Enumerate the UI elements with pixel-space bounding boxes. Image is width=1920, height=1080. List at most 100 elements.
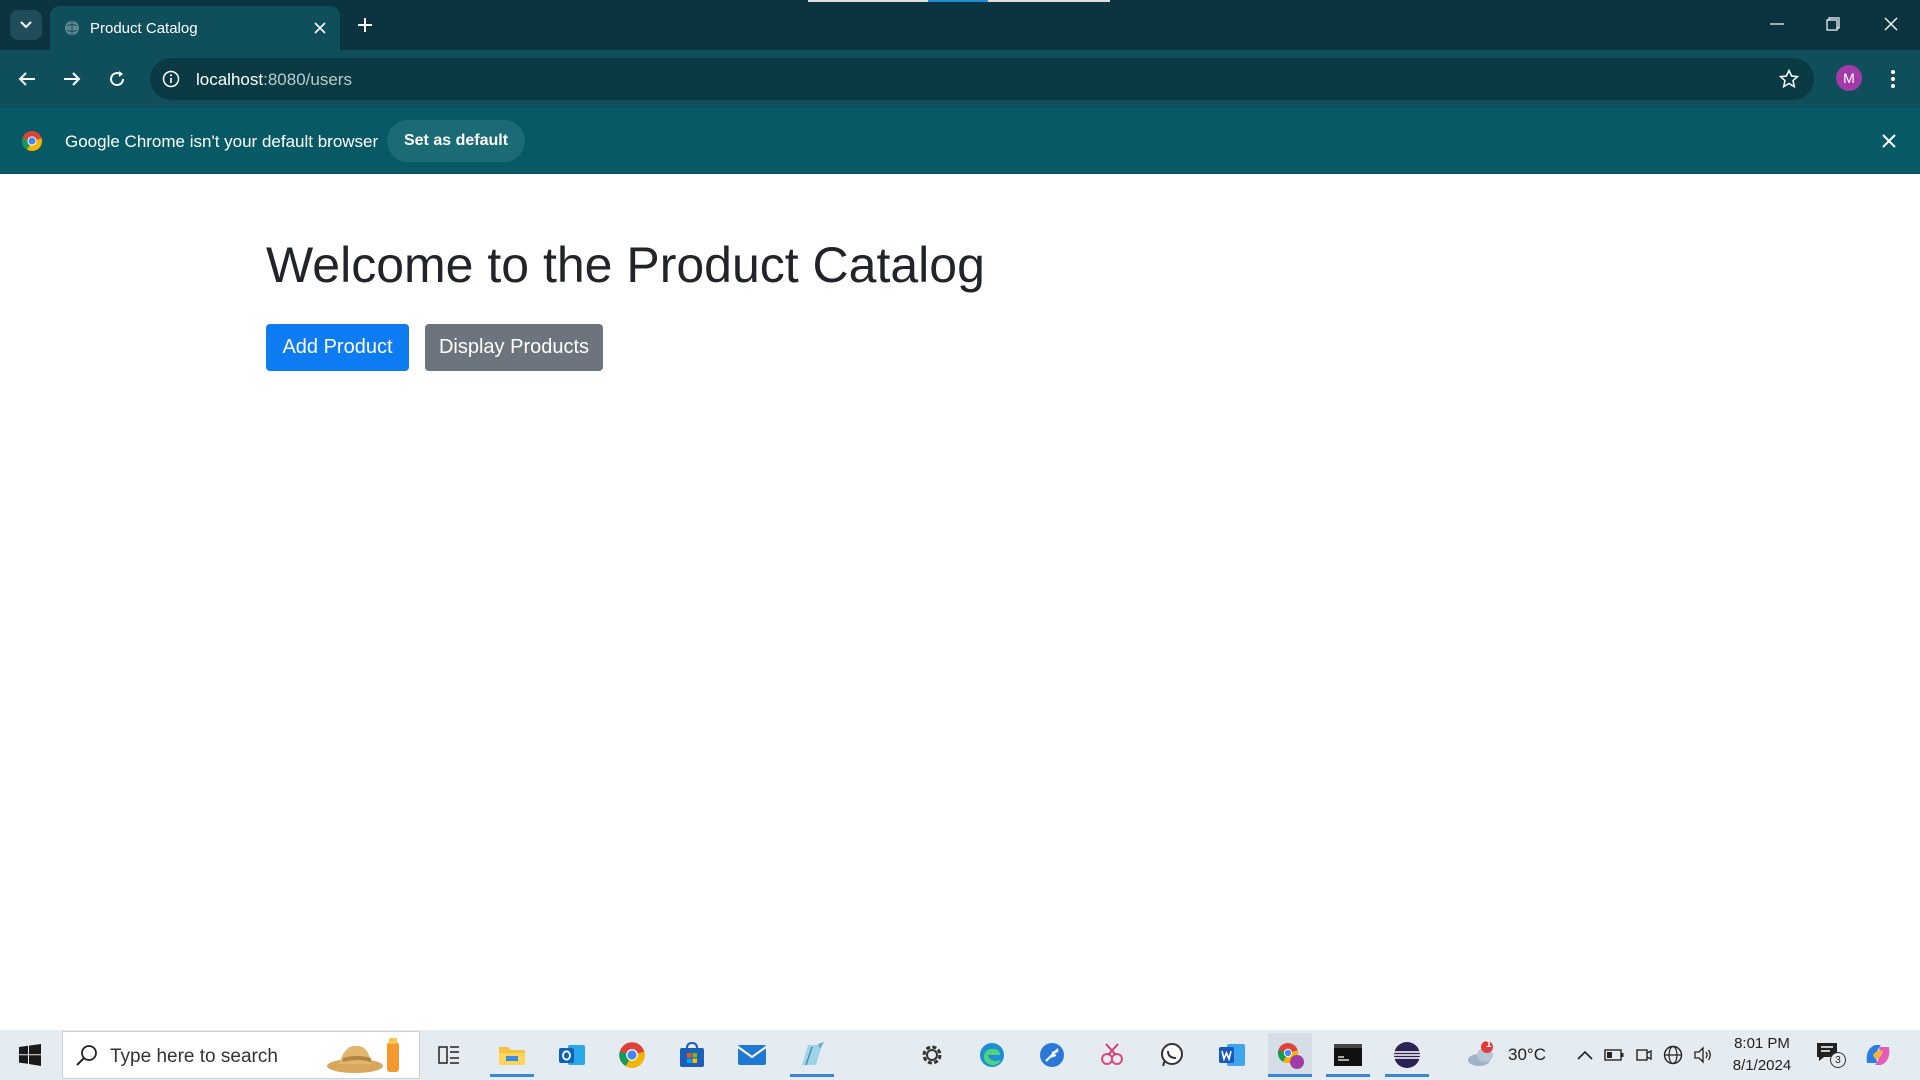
new-tab-button[interactable] <box>352 12 378 38</box>
back-button[interactable] <box>11 63 43 95</box>
battery-icon <box>1604 1049 1624 1061</box>
weather-icon <box>1468 1041 1493 1066</box>
network-icon <box>1663 1045 1683 1065</box>
clock-date: 8/1/2024 <box>1732 1057 1792 1074</box>
taskbar-edge[interactable] <box>970 1033 1014 1077</box>
edge-icon <box>980 1043 1004 1067</box>
minimize-icon <box>1770 23 1784 25</box>
forward-arrow-icon <box>64 72 81 86</box>
taskbar-mail[interactable] <box>730 1033 774 1077</box>
url-text: localhost:8080/users <box>196 70 352 90</box>
site-info-button[interactable] <box>160 68 182 90</box>
system-clock[interactable]: 8:01 PM 8/1/2024 <box>1722 1033 1802 1077</box>
browser-menu-button[interactable] <box>1880 63 1906 95</box>
forward-button[interactable] <box>56 63 88 95</box>
file-explorer-icon <box>499 1047 525 1065</box>
weather-widget[interactable]: 1 <box>1460 1033 1504 1077</box>
copilot-button[interactable] <box>1856 1033 1900 1077</box>
chrome-profile-icon <box>1277 1043 1304 1069</box>
address-bar[interactable]: localhost:8080/users <box>150 58 1814 100</box>
add-product-button[interactable]: Add Product <box>266 324 409 371</box>
kebab-menu-icon <box>1891 70 1895 88</box>
reload-button[interactable] <box>101 63 133 95</box>
weather-temperature[interactable]: 30°C <box>1508 1045 1546 1065</box>
mail-icon <box>737 1045 767 1065</box>
taskbar-store[interactable] <box>670 1033 714 1077</box>
copilot-icon <box>1866 1045 1890 1065</box>
tab-search-icon <box>20 21 32 29</box>
volume-icon <box>1694 1046 1711 1064</box>
screen: Product Catalog localhost:8080/users M G… <box>0 0 1920 1080</box>
outlook-icon <box>559 1045 585 1065</box>
tab-search-button[interactable] <box>10 10 42 40</box>
notepad-icon <box>802 1042 824 1066</box>
notification-count: 3 <box>1830 1052 1846 1068</box>
volume-control[interactable] <box>1692 1044 1714 1066</box>
page-content: Welcome to the Product Catalog Add Produ… <box>0 175 1920 1030</box>
top-indicator-left <box>808 0 928 2</box>
search-icon <box>76 1045 97 1066</box>
globe-icon <box>65 21 79 35</box>
task-view-icon <box>438 1046 459 1064</box>
profile-avatar[interactable]: M <box>1836 65 1862 91</box>
active-indicator <box>1326 1074 1370 1077</box>
search-placeholder: Type here to search <box>110 1046 278 1067</box>
mysql-icon <box>1334 1044 1362 1066</box>
taskbar-search[interactable]: Type here to search <box>62 1031 420 1079</box>
restore-icon <box>1826 17 1840 31</box>
infobar-message: Google Chrome isn't your default browser <box>65 132 379 151</box>
taskbar-chrome-profile[interactable] <box>1268 1033 1312 1077</box>
show-hidden-icons-button[interactable] <box>1574 1044 1596 1066</box>
minimize-button[interactable] <box>1757 8 1797 40</box>
display-products-button[interactable]: Display Products <box>425 324 603 371</box>
taskbar-notepad[interactable] <box>790 1033 834 1077</box>
feather-icon <box>1040 1043 1064 1067</box>
active-indicator <box>1268 1074 1312 1077</box>
window-close-button[interactable] <box>1871 8 1911 40</box>
active-indicator <box>790 1074 834 1077</box>
taskbar-whatsapp[interactable] <box>1150 1033 1194 1077</box>
whatsapp-icon <box>1161 1043 1183 1067</box>
info-icon <box>162 70 180 88</box>
set-as-default-button[interactable]: Set as default <box>387 120 525 162</box>
close-icon <box>314 22 326 34</box>
taskbar-file-explorer[interactable] <box>490 1033 534 1077</box>
chrome-logo-icon <box>21 131 43 152</box>
battery-status[interactable] <box>1603 1044 1625 1066</box>
active-indicator <box>1385 1074 1429 1077</box>
infobar-close-button[interactable] <box>1878 130 1900 152</box>
default-browser-infobar: Google Chrome isn't your default browser… <box>0 108 1920 174</box>
meet-icon <box>1636 1049 1652 1061</box>
meet-now-button[interactable] <box>1633 1044 1655 1066</box>
bookmark-button[interactable] <box>1778 68 1800 90</box>
tab-strip: Product Catalog <box>0 0 1920 50</box>
taskbar-snipping-tool[interactable] <box>1090 1033 1134 1077</box>
windows-start-icon <box>19 1044 41 1066</box>
clock-time: 8:01 PM <box>1734 1035 1790 1052</box>
tab-close-button[interactable] <box>310 18 330 38</box>
plus-icon <box>358 18 372 32</box>
taskbar-chrome[interactable] <box>610 1033 654 1077</box>
taskbar: Type here to search 1 30°C 8:01 PM 8/1/2… <box>0 1030 1920 1080</box>
browser-toolbar: localhost:8080/users M <box>0 50 1920 108</box>
word-icon <box>1219 1044 1245 1066</box>
notification-center-button[interactable]: 3 <box>1816 1042 1846 1068</box>
taskbar-mysql[interactable] <box>1326 1033 1370 1077</box>
tab-product-catalog[interactable]: Product Catalog <box>50 6 340 50</box>
top-indicator-mid <box>928 0 988 2</box>
network-status[interactable] <box>1662 1044 1684 1066</box>
restore-button[interactable] <box>1813 8 1853 40</box>
task-view-button[interactable] <box>427 1033 471 1077</box>
store-icon <box>680 1042 704 1067</box>
page-title: Welcome to the Product Catalog <box>266 237 985 293</box>
taskbar-outlook[interactable] <box>550 1033 594 1077</box>
taskbar-settings[interactable] <box>910 1033 954 1077</box>
taskbar-word[interactable] <box>1210 1033 1254 1077</box>
taskbar-eclipse[interactable] <box>1385 1033 1429 1077</box>
chrome-icon <box>619 1042 645 1068</box>
close-icon <box>1882 134 1896 148</box>
taskbar-feather-app[interactable] <box>1030 1033 1074 1077</box>
top-indicator-right <box>988 0 1110 2</box>
active-indicator <box>490 1074 534 1077</box>
start-button[interactable] <box>10 1040 50 1070</box>
